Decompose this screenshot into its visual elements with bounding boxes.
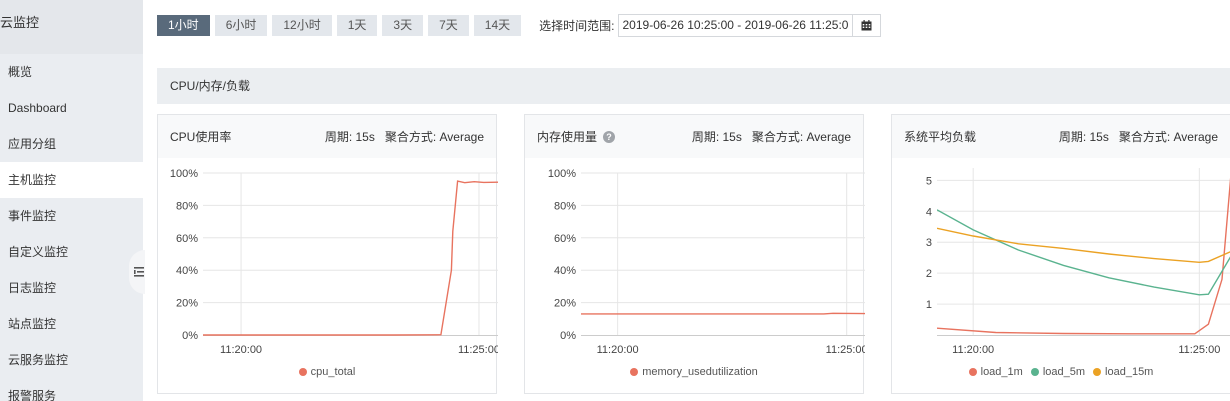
calendar-button[interactable]	[851, 13, 881, 37]
time-range-button[interactable]: 14天	[473, 14, 522, 36]
legend-dot	[298, 368, 307, 376]
legend-item-load_1m[interactable]: load_1m	[968, 366, 1023, 378]
legend-dot	[630, 368, 639, 376]
chart-legend: cpu_total	[158, 366, 496, 379]
memory-usage-panel: 内存使用量 ? 周期: 15s 聚合方式: Average 0% 20% 40% 60%…	[524, 114, 865, 394]
legend-label: cpu_total	[310, 366, 356, 378]
sidebar-item-alarm-service[interactable]: 报警服务	[0, 378, 143, 401]
legend-label: load_5m	[1042, 366, 1086, 378]
cpu-usage-panel: CPU使用率 周期: 15s 聚合方式: Average 0% 20% 40% 60% 8…	[157, 114, 498, 394]
time-range-button[interactable]: 12小时	[272, 14, 332, 36]
sidebar-brand: 云监控	[0, 0, 143, 54]
x-tick-label: 11:20:00	[220, 344, 262, 356]
y-tick-label: 60%	[554, 233, 576, 245]
chart-legend: load_1m load_5m load_15m	[892, 366, 1230, 379]
time-range-toolbar: 1小时 6小时 12小时 1天 3天 7天 14天 选择时间范围:	[157, 13, 881, 37]
time-range-button[interactable]: 6小时	[214, 14, 268, 36]
y-tick-label: 20%	[554, 298, 576, 310]
sidebar-item-app-groups[interactable]: 应用分组	[0, 126, 143, 162]
sidebar-nav: 概览 Dashboard 应用分组 主机监控 事件监控 自定义监控 日志监控 站点监控 云服务监…	[0, 54, 143, 401]
x-tick-label: 11:25:00	[458, 344, 498, 356]
y-tick-label: 4	[926, 206, 932, 218]
panel-title: 系统平均负载	[904, 130, 977, 144]
x-tick-label: 11:20:00	[952, 344, 994, 356]
panel-aggregation: 聚合方式: Average	[384, 130, 484, 144]
chart-legend: memory_usedutilization	[525, 366, 863, 379]
panel-title: 内存使用量	[537, 130, 598, 144]
series-line-load_5m	[937, 209, 1230, 296]
y-tick-label: 5	[926, 175, 932, 187]
y-tick-label: 40%	[176, 265, 198, 277]
sidebar-collapse-handle[interactable]	[129, 250, 145, 294]
y-tick-label: 2	[926, 268, 932, 280]
x-tick-label: 11:20:00	[597, 344, 639, 356]
time-range-label: 选择时间范围:	[539, 18, 615, 33]
y-tick-label: 40%	[554, 265, 576, 277]
y-tick-label: 100%	[170, 168, 198, 180]
sidebar-item-host-monitor[interactable]: 主机监控	[0, 162, 143, 198]
panel-meta: 周期: 15s 聚合方式: Average	[325, 128, 484, 145]
legend-label: load_15m	[1105, 366, 1154, 378]
legend-dot	[1093, 368, 1102, 376]
y-tick-label: 80%	[176, 200, 198, 212]
sidebar-item-overview[interactable]: 概览	[0, 54, 143, 90]
sidebar-item-cloud-service-monitor[interactable]: 云服务监控	[0, 342, 143, 378]
y-tick-label: 100%	[548, 168, 576, 180]
time-range-button[interactable]: 3天	[382, 14, 424, 36]
y-tick-label: 1	[926, 299, 932, 311]
sidebar-item-dashboard[interactable]: Dashboard	[0, 90, 143, 126]
sidebar-item-log-monitor[interactable]: 日志监控	[0, 270, 143, 306]
legend-item-memory_usedutilization[interactable]: memory_usedutilization	[630, 366, 758, 378]
sidebar-item-site-monitor[interactable]: 站点监控	[0, 306, 143, 342]
panel-title: CPU使用率	[170, 130, 232, 144]
calendar-icon	[861, 19, 871, 30]
time-range-buttons: 1小时 6小时 12小时 1天 3天 7天 14天	[157, 14, 526, 36]
help-icon[interactable]: ?	[603, 130, 616, 143]
legend-label: load_1m	[980, 366, 1023, 378]
section-title: CPU/内存/负载	[170, 79, 251, 93]
legend-dot	[1030, 368, 1039, 376]
panel-period: 周期: 15s	[691, 130, 742, 144]
panel-period: 周期: 15s	[324, 130, 375, 144]
y-tick-label: 60%	[176, 233, 198, 245]
series-line-cpu_total	[203, 180, 498, 336]
time-range-input[interactable]	[617, 13, 852, 37]
collapse-icon	[134, 267, 144, 277]
system-load-panel: 系统平均负载 周期: 15s 聚合方式: Average 1 2 3 4 5 11:20:0…	[891, 114, 1230, 394]
y-tick-label: 3	[926, 237, 932, 249]
cpu-usage-chart: 0% 20% 40% 60% 80% 100% 11:20:00 11:25:00	[170, 168, 498, 356]
panel-meta: 周期: 15s 聚合方式: Average	[692, 128, 851, 145]
sidebar-item-event-monitor[interactable]: 事件监控	[0, 198, 143, 234]
panel-header: 系统平均负载 周期: 15s 聚合方式: Average	[892, 115, 1230, 158]
series-line-load_1m	[937, 177, 1230, 335]
time-range-button[interactable]: 1小时	[157, 14, 210, 36]
system-load-chart: 1 2 3 4 5 11:20:00 11:25:00	[926, 168, 1230, 356]
panel-header: 内存使用量 ? 周期: 15s 聚合方式: Average	[525, 115, 863, 158]
time-range-button[interactable]: 1天	[336, 14, 378, 36]
legend-item-load_5m[interactable]: load_5m	[1030, 366, 1086, 378]
y-tick-label: 0%	[560, 330, 576, 342]
section-header: CPU/内存/负载	[157, 68, 1230, 104]
memory-usage-chart: 0% 20% 40% 60% 80% 100% 11:20:00 11:25:00	[548, 168, 865, 356]
panel-meta: 周期: 15s 聚合方式: Average	[1059, 128, 1218, 145]
time-range-button[interactable]: 7天	[428, 14, 469, 36]
series-line-memory_usedutilization	[581, 312, 865, 315]
legend-dot	[968, 368, 977, 376]
x-tick-label: 11:25:00	[826, 344, 865, 356]
legend-label: memory_usedutilization	[642, 366, 758, 378]
panel-period: 周期: 15s	[1058, 130, 1109, 144]
y-tick-label: 80%	[554, 200, 576, 212]
y-tick-label: 20%	[176, 298, 198, 310]
y-tick-label: 0%	[182, 330, 198, 342]
legend-item-load_15m[interactable]: load_15m	[1093, 366, 1153, 378]
sidebar: 云监控 概览 Dashboard 应用分组 主机监控 事件监控 自定义监控 日志监控 站点监控…	[0, 0, 145, 401]
panel-aggregation: 聚合方式: Average	[751, 130, 851, 144]
sidebar-item-custom-monitor[interactable]: 自定义监控	[0, 234, 143, 270]
panel-aggregation: 聚合方式: Average	[1118, 130, 1218, 144]
x-tick-label: 11:25:00	[1178, 344, 1220, 356]
panel-header: CPU使用率 周期: 15s 聚合方式: Average	[158, 115, 496, 158]
legend-item-cpu_total[interactable]: cpu_total	[298, 366, 356, 378]
